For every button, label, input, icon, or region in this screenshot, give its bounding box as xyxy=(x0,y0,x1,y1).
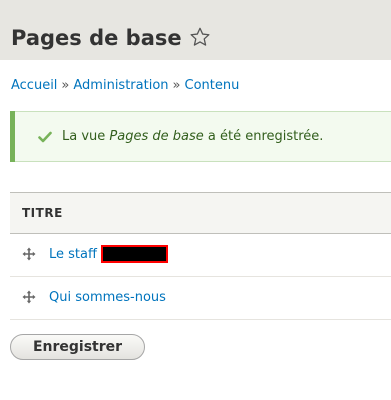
status-message: La vue Pages de base a été enregistrée. xyxy=(10,111,391,162)
row-title-link[interactable]: Qui sommes-nous xyxy=(49,289,166,307)
breadcrumb-link-administration[interactable]: Administration xyxy=(73,78,168,93)
pages-table: TITRE Le staff Qui sommes-nous xyxy=(10,192,391,320)
breadcrumb-separator: » xyxy=(61,78,70,93)
table-row: Le staff xyxy=(10,234,391,277)
page-title: Pages de base xyxy=(11,23,211,53)
breadcrumb: Accueil» Administration» Contenu xyxy=(11,77,239,95)
breadcrumb-separator: » xyxy=(172,78,181,93)
table-row: Qui sommes-nous xyxy=(10,277,391,320)
drag-handle-icon[interactable] xyxy=(22,290,36,304)
checkmark-icon xyxy=(38,131,52,143)
table-header: TITRE xyxy=(10,192,391,234)
column-header-title: TITRE xyxy=(22,206,63,220)
page-header: Pages de base xyxy=(0,0,391,60)
row-title-link[interactable]: Le staff xyxy=(49,244,168,264)
star-icon[interactable] xyxy=(189,26,211,48)
drag-handle-icon[interactable] xyxy=(22,247,36,261)
save-button[interactable]: Enregistrer xyxy=(10,334,145,360)
row-title-text: Le staff xyxy=(49,247,97,262)
status-message-suffix: a été enregistrée. xyxy=(203,129,324,144)
status-message-text: La vue Pages de base a été enregistrée. xyxy=(62,128,323,146)
page-title-text: Pages de base xyxy=(11,26,182,50)
status-message-prefix: La vue xyxy=(62,129,110,144)
breadcrumb-link-accueil[interactable]: Accueil xyxy=(11,78,57,93)
redacted-text xyxy=(100,244,168,263)
breadcrumb-link-contenu[interactable]: Contenu xyxy=(185,78,240,93)
status-message-view-name: Pages de base xyxy=(109,129,204,144)
